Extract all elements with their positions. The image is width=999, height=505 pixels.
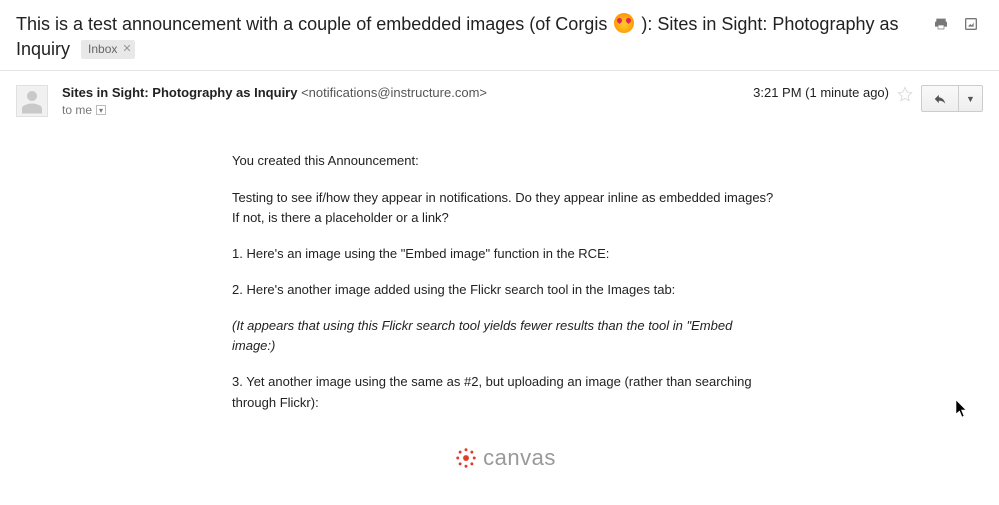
sender-name[interactable]: Sites in Sight: Photography as Inquiry [62,85,297,100]
canvas-logo-text: canvas [483,441,556,475]
body-p4: (It appears that using this Flickr searc… [232,316,779,356]
timestamp: 3:21 PM (1 minute ago) [753,85,889,100]
body-p3: 2. Here's another image added using the … [232,280,779,300]
message-body: You created this Announcement: Testing t… [232,151,779,474]
mouse-cursor-icon [956,400,968,418]
open-new-window-icon[interactable] [963,16,979,32]
subject-container: This is a test announcement with a coupl… [16,12,933,62]
inbox-label-text: Inbox [88,41,117,58]
star-icon[interactable] [897,86,913,102]
message-meta-row: Sites in Sight: Photography as Inquiry <… [0,71,999,117]
sender-email: <notifications@instructure.com> [301,85,487,100]
sender-info: Sites in Sight: Photography as Inquiry <… [62,85,739,117]
subject-text-before: This is a test announcement with a coupl… [16,14,612,34]
heart-eyes-emoji-icon [614,13,634,33]
to-text: to me [62,103,92,117]
canvas-logo-icon [455,447,477,469]
print-icon[interactable] [933,16,949,32]
chevron-down-icon: ▼ [966,94,975,104]
email-header: This is a test announcement with a coupl… [0,0,999,71]
sender-line: Sites in Sight: Photography as Inquiry <… [62,85,739,100]
reply-button-group: ▼ [921,85,983,112]
body-p1: Testing to see if/how they appear in not… [232,188,779,228]
body-p5: 3. Yet another image using the same as #… [232,372,779,412]
show-details-icon[interactable]: ▾ [96,105,106,115]
body-p2: 1. Here's an image using the "Embed imag… [232,244,779,264]
body-intro: You created this Announcement: [232,151,779,171]
inbox-label[interactable]: Inbox ✕ [81,40,135,59]
header-tools [933,12,983,32]
recipient-line: to me ▾ [62,103,739,117]
remove-label-icon[interactable]: ✕ [122,42,131,57]
reply-button[interactable] [921,85,959,112]
canvas-logo: canvas [232,441,779,475]
sender-avatar[interactable] [16,85,48,117]
email-subject: This is a test announcement with a coupl… [16,14,899,59]
more-actions-button[interactable]: ▼ [959,85,983,112]
message-actions: 3:21 PM (1 minute ago) ▼ [753,85,983,117]
